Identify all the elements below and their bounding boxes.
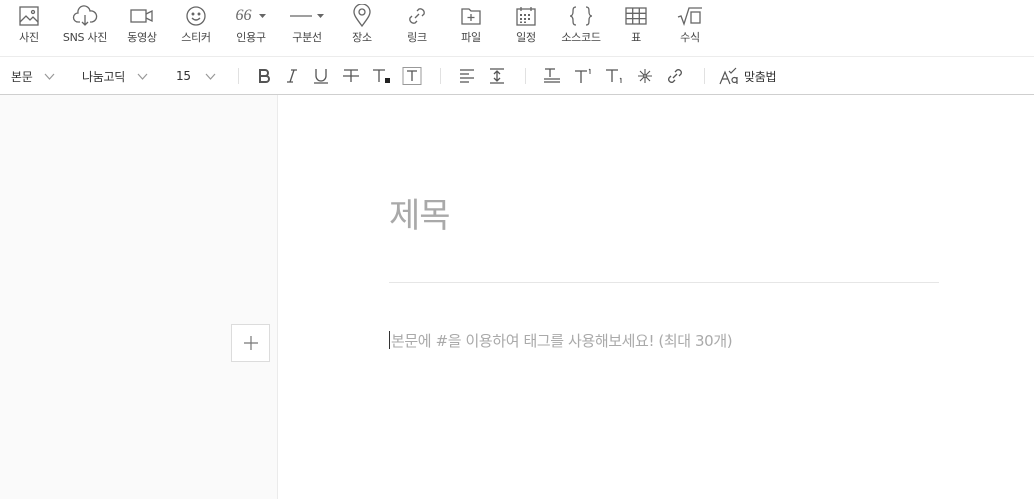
spellcheck-label: 맞춤법	[744, 69, 777, 84]
curly-braces-icon	[569, 6, 593, 26]
insert-video-button[interactable]: 동영상	[122, 0, 162, 52]
font-family-value: 나눔고딕	[82, 69, 125, 84]
line-height-icon	[490, 68, 504, 84]
insert-schedule-label: 일정	[516, 31, 536, 44]
insert-source-code-label: 소스코드	[561, 31, 601, 44]
title-divider	[389, 282, 939, 283]
insert-sticker-label: 스티커	[181, 31, 211, 44]
format-toolbar: 본문 나눔고딕 15 맞춤법	[0, 56, 1034, 95]
text-color-button[interactable]	[372, 57, 392, 95]
caret-down-icon	[258, 14, 266, 18]
folder-plus-icon	[461, 8, 481, 25]
insert-link-button[interactable]: 링크	[401, 0, 433, 52]
spellcheck-button[interactable]: 맞춤법	[719, 57, 777, 95]
insert-table-label: 표	[631, 31, 641, 44]
insert-toolbar: 사진 SNS 사진 동영상 스티커 66 인용구 구분선 장소 링크 파일 일정…	[0, 0, 1034, 56]
font-family-select[interactable]: 나눔고딕	[82, 57, 148, 95]
plus-icon	[243, 336, 258, 350]
video-camera-icon	[130, 9, 153, 23]
toolbar-divider	[704, 68, 705, 84]
text-color-icon	[373, 69, 390, 83]
align-left-button[interactable]	[459, 57, 475, 95]
insert-source-code-button[interactable]: 소스코드	[556, 0, 606, 52]
text-background-button[interactable]	[402, 57, 422, 95]
insert-table-button[interactable]: 표	[620, 0, 652, 52]
insert-quote-label: 인용구	[236, 31, 266, 44]
toolbar-divider	[440, 68, 441, 84]
subscript-button[interactable]	[605, 57, 625, 95]
paragraph-style-select[interactable]: 본문	[11, 57, 55, 95]
special-character-icon	[638, 69, 652, 83]
insert-sns-photo-button[interactable]: SNS 사진	[58, 0, 112, 52]
strikethrough-button[interactable]	[342, 57, 360, 95]
chevron-down-icon	[137, 73, 148, 80]
insert-divider-button[interactable]: 구분선	[286, 0, 328, 52]
insert-sns-photo-label: SNS 사진	[62, 31, 108, 44]
insert-schedule-button[interactable]: 일정	[510, 0, 542, 52]
letter-spacing-icon	[544, 68, 560, 83]
cloud-download-icon	[72, 5, 98, 26]
body-input[interactable]: 본문에 #을 이용하여 태그를 사용해보세요! (최대 30개)	[389, 330, 939, 354]
insert-place-label: 장소	[352, 31, 372, 44]
bold-button[interactable]	[256, 57, 272, 95]
superscript-button[interactable]	[574, 57, 594, 95]
insert-quote-button[interactable]: 66 인용구	[230, 0, 272, 52]
photo-icon	[19, 6, 39, 26]
font-size-value: 15	[176, 69, 191, 83]
smiley-icon	[186, 6, 206, 26]
title-input[interactable]: 제목	[389, 192, 938, 242]
italic-icon	[287, 69, 297, 83]
chevron-down-icon	[45, 73, 55, 80]
spellcheck-icon	[719, 67, 738, 85]
underline-button[interactable]	[312, 57, 330, 95]
insert-sticker-button[interactable]: 스티커	[175, 0, 217, 52]
underline-icon	[314, 69, 328, 84]
hyperlink-button[interactable]	[667, 57, 683, 95]
subscript-icon	[606, 69, 622, 83]
toolbar-divider	[238, 68, 239, 84]
caret-down-icon	[316, 14, 324, 18]
strikethrough-icon	[343, 69, 359, 82]
insert-video-label: 동영상	[127, 31, 157, 44]
map-pin-icon	[353, 4, 371, 28]
title-placeholder: 제목	[389, 196, 451, 236]
insert-formula-label: 수식	[680, 31, 700, 44]
text-background-icon	[402, 67, 422, 85]
insert-file-button[interactable]: 파일	[455, 0, 487, 52]
insert-formula-button[interactable]: 수식	[673, 0, 707, 52]
add-block-button[interactable]	[231, 324, 270, 362]
special-character-button[interactable]	[637, 57, 653, 95]
insert-divider-label: 구분선	[292, 31, 322, 44]
italic-button[interactable]	[284, 57, 300, 95]
table-grid-icon	[625, 7, 647, 25]
font-size-select[interactable]: 15	[176, 57, 216, 95]
paragraph-style-value: 본문	[11, 69, 33, 84]
toolbar-divider	[525, 68, 526, 84]
insert-photo-label: 사진	[19, 31, 39, 44]
insert-file-label: 파일	[461, 31, 481, 44]
align-left-icon	[460, 69, 474, 83]
insert-link-label: 링크	[407, 31, 427, 44]
horizontal-line-icon	[289, 15, 312, 17]
insert-photo-button[interactable]: 사진	[14, 0, 44, 52]
insert-place-button[interactable]: 장소	[346, 0, 378, 52]
quote-icon: 66	[235, 7, 252, 24]
body-placeholder: 본문에 #을 이용하여 태그를 사용해보세요! (최대 30개)	[391, 332, 733, 350]
line-height-button[interactable]	[489, 57, 505, 95]
chevron-down-icon	[205, 73, 216, 80]
calendar-icon	[516, 7, 536, 26]
chain-link-icon	[409, 8, 425, 24]
bold-icon	[259, 69, 270, 83]
link-icon	[668, 69, 682, 83]
superscript-icon	[575, 68, 591, 83]
left-side-panel	[0, 95, 278, 499]
letter-spacing-button[interactable]	[543, 57, 561, 95]
text-caret	[389, 331, 390, 349]
square-root-icon	[677, 7, 702, 27]
